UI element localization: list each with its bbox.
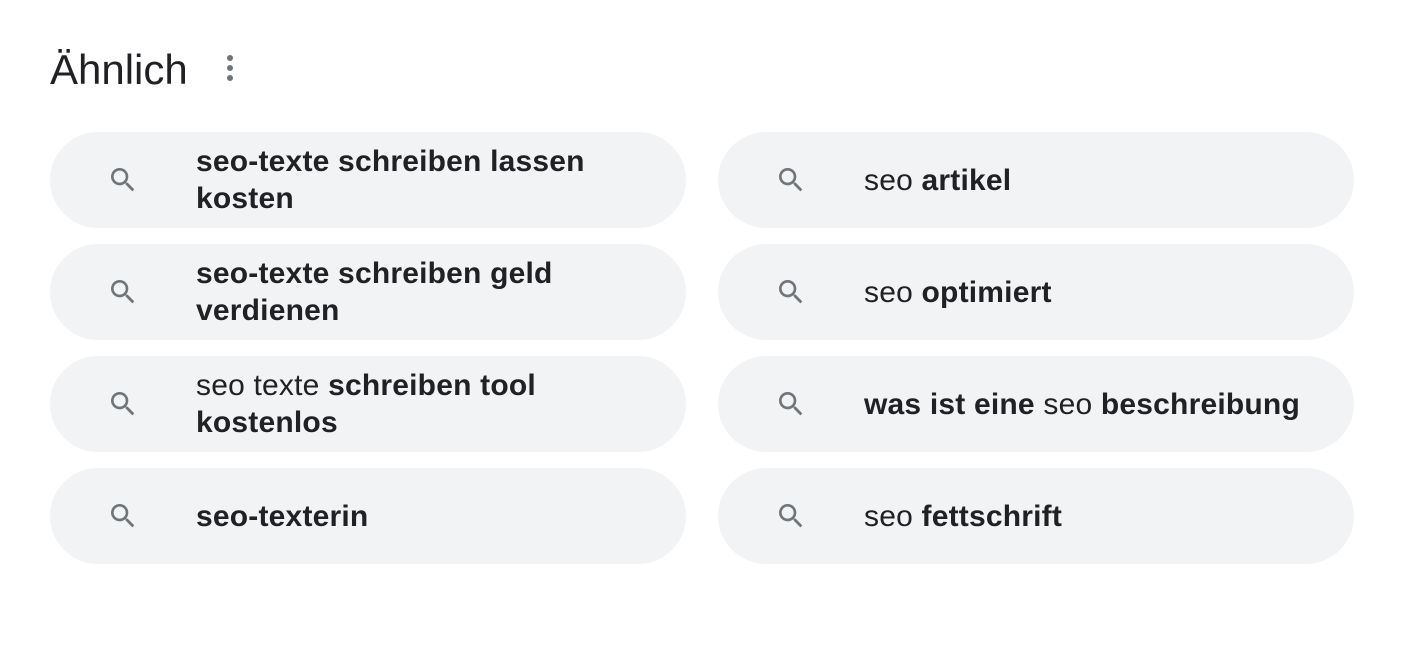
suggestions-grid: seo-texte schreiben lassen kosten seo art…: [50, 132, 1354, 564]
suggestion-chip[interactable]: seo-texte schreiben geld verdienen: [50, 244, 686, 340]
suggestion-text-regular: seo: [864, 499, 922, 533]
suggestion-text-bold: optimiert: [921, 275, 1052, 309]
suggestion-chip[interactable]: seo fettschrift: [718, 468, 1354, 564]
suggestion-text-bold: seo-texte schreiben geld verdienen: [196, 257, 553, 327]
more-options-button[interactable]: [210, 50, 250, 90]
more-vert-icon: [225, 54, 235, 87]
suggestion-text: seo texte schreiben tool kostenlos: [196, 367, 686, 441]
search-icon: [107, 276, 139, 308]
search-icon: [775, 276, 807, 308]
search-icon: [107, 164, 139, 196]
suggestion-text: seo artikel: [864, 162, 1051, 199]
suggestion-text-regular: seo: [1034, 387, 1101, 421]
suggestion-text-regular: seo: [864, 275, 922, 309]
suggestion-text-regular: seo texte: [196, 369, 329, 402]
suggestion-text-bold: seo-texterin: [196, 499, 369, 533]
suggestion-text: seo fettschrift: [864, 498, 1102, 535]
suggestion-chip[interactable]: seo artikel: [718, 132, 1354, 228]
suggestion-chip[interactable]: seo texte schreiben tool kostenlos: [50, 356, 686, 452]
suggestion-text-bold: beschreibung: [1100, 387, 1300, 421]
suggestion-text: seo optimiert: [864, 274, 1092, 311]
suggestion-chip[interactable]: seo optimiert: [718, 244, 1354, 340]
suggestion-chip[interactable]: seo-texterin: [50, 468, 686, 564]
suggestion-text: was ist eine seo beschreibung: [864, 386, 1340, 423]
suggestion-chip[interactable]: seo-texte schreiben lassen kosten: [50, 132, 686, 228]
search-icon: [107, 500, 139, 532]
section-title: Ähnlich: [50, 46, 188, 93]
section-header: Ähnlich: [50, 38, 250, 102]
suggestion-text-bold: seo-texte schreiben lassen kosten: [196, 145, 585, 215]
search-icon: [775, 164, 807, 196]
suggestion-text-regular: seo: [864, 163, 922, 197]
search-icon: [107, 388, 139, 420]
related-searches-section: Ähnlich seo-texte schreiben lassen koste…: [0, 0, 1410, 654]
suggestion-text-bold: was ist eine: [864, 387, 1035, 421]
suggestion-text: seo-texte schreiben geld verdienen: [196, 255, 686, 329]
search-icon: [775, 500, 807, 532]
suggestion-chip[interactable]: was ist eine seo beschreibung: [718, 356, 1354, 452]
suggestion-text: seo-texterin: [196, 498, 408, 535]
suggestion-text-bold: artikel: [921, 163, 1012, 197]
search-icon: [775, 388, 807, 420]
suggestion-text-bold: fettschrift: [921, 499, 1063, 533]
suggestion-text: seo-texte schreiben lassen kosten: [196, 143, 686, 217]
